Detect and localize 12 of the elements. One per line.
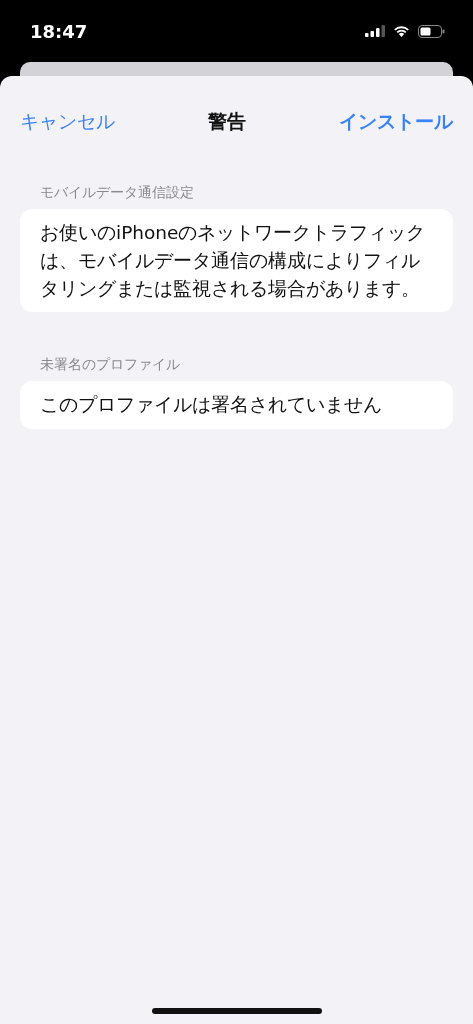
install-button[interactable]: インストール bbox=[339, 106, 453, 136]
section-header: 未署名のプロファイル bbox=[39, 355, 181, 375]
signal-icon bbox=[365, 25, 385, 37]
cancel-button[interactable]: キャンセル bbox=[20, 106, 115, 136]
clock: 18:47 bbox=[30, 19, 88, 44]
home-indicator[interactable] bbox=[151, 1008, 322, 1014]
section-text: お使いのiPhoneのネットワークトラフィックは、モバイルデータ通信の構成によりフィルタリングまたは監視される場合があります。 bbox=[20, 209, 453, 313]
section-header: モバイルデータ通信設定 bbox=[39, 183, 195, 202]
wifi-icon bbox=[393, 25, 410, 37]
battery-icon bbox=[418, 24, 445, 38]
sheet-title: 警告 bbox=[208, 108, 246, 134]
section-text: このプロファイルは署名されていません bbox=[20, 381, 453, 429]
